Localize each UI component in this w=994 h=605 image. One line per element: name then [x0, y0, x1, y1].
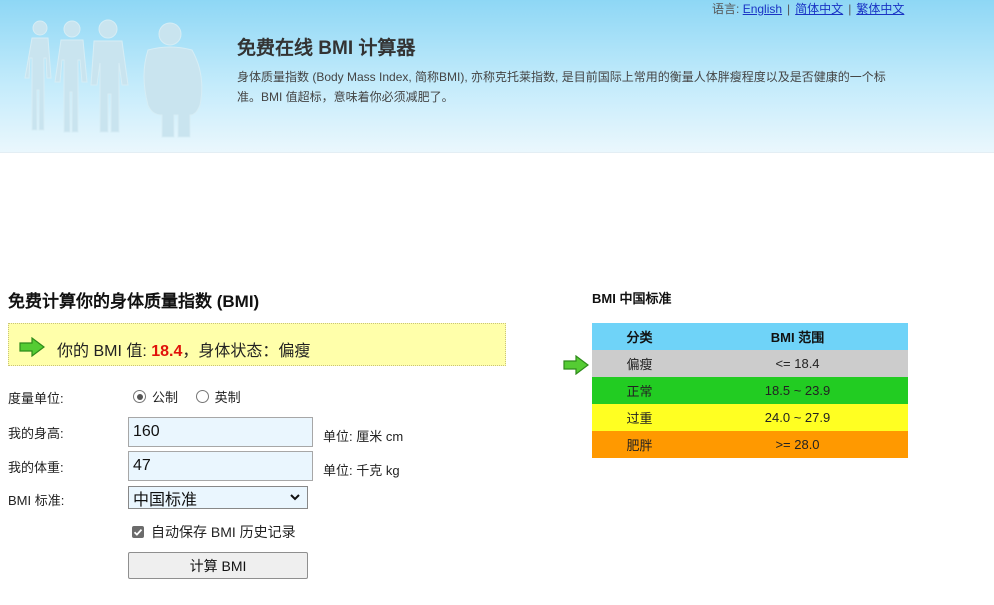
header-banner: 语言: English | 简体中文 | 繁体中文 免费在线 BMI 计算器 身体质量指… [0, 0, 994, 153]
save-history-option[interactable]: 自动保存 BMI 历史记录 [132, 522, 296, 542]
body-silhouettes-logo [24, 19, 203, 138]
radio-metric[interactable]: 公制 [133, 387, 178, 406]
bmi-result-box: 你的 BMI 值: 18.4，身体状态：偏瘦 [8, 323, 506, 366]
bmi-result-middle: ，身体状态： [182, 343, 279, 360]
green-arrow-icon [563, 355, 589, 375]
unit-system-radio-group: 公制 英制 [133, 387, 255, 406]
bmi-standard-selected: 中国标准 [133, 491, 198, 509]
row-range: >= 28.0 [687, 431, 908, 458]
calculate-bmi-button[interactable]: 计算 BMI [128, 552, 308, 579]
row-category: 正常 [592, 377, 687, 404]
chevron-down-icon [290, 494, 300, 501]
radio-imperial-dot[interactable] [195, 390, 209, 403]
bmi-result-text: 你的 BMI 值: 18.4，身体状态：偏瘦 [57, 337, 310, 361]
site-description: 身体质量指数 (Body Mass Index, 简称BMI), 亦称克托莱指数… [237, 70, 886, 104]
language-switcher: 语言: English | 简体中文 | 繁体中文 [712, 2, 905, 16]
radio-metric-label: 公制 [152, 390, 179, 405]
weight-input[interactable] [128, 451, 313, 481]
row-range: 18.5 ~ 23.9 [687, 377, 908, 404]
bmi-result-prefix: 你的 BMI 值: [57, 343, 152, 360]
radio-imperial[interactable]: 英制 [195, 387, 241, 406]
bmi-standard-label: BMI 标准: [8, 493, 65, 508]
table-header-category: 分类 [592, 323, 687, 350]
weight-unit: 单位: 千克 kg [323, 463, 400, 478]
check-icon [133, 528, 143, 536]
green-arrow-icon [19, 337, 45, 357]
bmi-standard-table: 分类 BMI 范围 偏瘦 <= 18.4 正常 18.5 ~ 23.9 过重 2… [592, 323, 908, 458]
row-range: <= 18.4 [687, 350, 908, 377]
language-label: 语言: [712, 2, 740, 16]
row-category: 过重 [592, 404, 687, 431]
bmi-standard-select[interactable]: 中国标准 [128, 486, 308, 509]
unit-system-label: 度量单位: [8, 391, 64, 406]
lang-link-english[interactable]: English [743, 2, 782, 16]
save-history-checkbox[interactable] [132, 526, 144, 538]
bmi-result-status: 偏瘦 [278, 343, 311, 360]
radio-metric-dot[interactable] [133, 390, 146, 403]
calculator-title: 免费计算你的身体质量指数 (BMI) [8, 292, 260, 311]
table-row: 过重 24.0 ~ 27.9 [592, 404, 908, 431]
row-category: 偏瘦 [592, 350, 687, 377]
table-header-range: BMI 范围 [687, 323, 908, 350]
row-category: 肥胖 [592, 431, 687, 458]
lang-link-simplified-chinese[interactable]: 简体中文 [795, 2, 843, 16]
lang-link-traditional-chinese[interactable]: 繁体中文 [856, 2, 904, 16]
save-history-label: 自动保存 BMI 历史记录 [151, 524, 296, 540]
site-title: 免费在线 BMI 计算器 [237, 38, 416, 59]
row-range: 24.0 ~ 27.9 [687, 404, 908, 431]
standard-table-title: BMI 中国标准 [592, 291, 672, 306]
height-unit: 单位: 厘米 cm [323, 429, 404, 444]
table-row: 正常 18.5 ~ 23.9 [592, 377, 908, 404]
table-header-row: 分类 BMI 范围 [592, 323, 908, 350]
height-label: 我的身高: [8, 426, 64, 441]
table-row: 肥胖 >= 28.0 [592, 431, 908, 458]
bmi-result-value: 18.4 [151, 343, 183, 360]
weight-label: 我的体重: [8, 460, 64, 475]
radio-imperial-label: 英制 [214, 390, 241, 405]
height-input[interactable] [128, 417, 313, 447]
table-row: 偏瘦 <= 18.4 [592, 350, 908, 377]
